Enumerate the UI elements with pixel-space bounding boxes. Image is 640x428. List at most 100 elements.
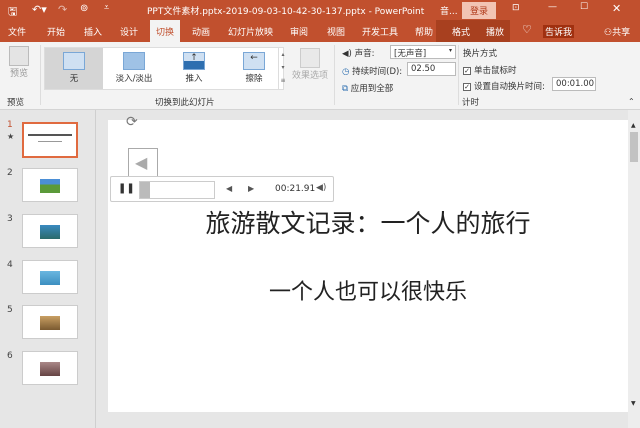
apply-all-button[interactable]: ⧉ 应用到全部 <box>342 82 393 94</box>
tab-design[interactable]: 设计 <box>120 25 138 38</box>
minimize-button[interactable]: — <box>548 2 557 12</box>
speaker-icon: ◀ <box>135 153 148 172</box>
tell-me-search[interactable]: 告诉我 <box>543 25 575 38</box>
clock-icon: ◷ <box>342 67 350 77</box>
preview-button[interactable]: 预览 <box>4 46 34 79</box>
collapse-ribbon-icon[interactable]: ⌃ <box>628 97 635 106</box>
seek-handle[interactable] <box>140 182 150 198</box>
animation-star-icon: ★ <box>7 132 15 141</box>
scroll-down-icon[interactable]: ▼ <box>631 400 636 407</box>
ribbon-display-icon[interactable]: ⊡ <box>512 3 520 13</box>
scroll-up-icon[interactable]: ▲ <box>631 122 636 129</box>
maximize-button[interactable]: ☐ <box>580 2 588 12</box>
tab-format[interactable]: 格式 <box>452 25 470 38</box>
customize-qat-icon[interactable]: ⩡ <box>104 3 109 13</box>
tab-developer[interactable]: 开发工具 <box>362 25 398 38</box>
pause-button[interactable]: ❚❚ <box>118 183 135 194</box>
effect-options-icon <box>300 48 320 68</box>
thumbnail-3[interactable] <box>22 214 78 248</box>
label: 推入 <box>185 74 203 84</box>
after-time-input[interactable]: 00:01.00 <box>552 77 596 91</box>
tab-help[interactable]: 帮助 <box>415 25 433 38</box>
tab-insert[interactable]: 插入 <box>84 25 102 38</box>
slideshow-icon[interactable]: ⊚ <box>80 3 88 14</box>
share-label: 共享 <box>612 28 631 38</box>
duration-value: 02.50 <box>411 64 436 74</box>
transition-push[interactable]: ↑ 推入 <box>165 48 223 89</box>
slide-number: 4 <box>7 260 13 270</box>
tab-animations[interactable]: 动画 <box>192 25 210 38</box>
label: 擦除 <box>245 74 263 84</box>
slide-canvas[interactable]: ⟳ ◀ ❚❚ ◀ ▶ 00:21.91 ◀) 旅游散文记录：一个人的旅行 一个人… <box>108 114 628 412</box>
tab-file[interactable]: 文件 <box>8 25 26 38</box>
redo-icon[interactable]: ↷ <box>58 3 67 16</box>
sound-text: 声音: <box>354 49 375 59</box>
slide-number: 2 <box>7 168 13 178</box>
skip-back-button[interactable]: ◀ <box>226 184 232 193</box>
effect-options-label: 效果选项 <box>292 71 329 81</box>
thumbnail-1[interactable] <box>22 122 78 158</box>
sound-select[interactable]: [无声音] ▾ <box>390 45 456 59</box>
skip-forward-button[interactable]: ▶ <box>248 184 254 193</box>
duration-text: 持续时间(D): <box>352 67 403 77</box>
tab-review[interactable]: 审阅 <box>290 25 308 38</box>
audio-object[interactable]: ◀ <box>128 148 158 178</box>
login-button[interactable]: 登录 <box>462 2 497 19</box>
volume-icon[interactable]: ◀) <box>316 183 326 193</box>
push-icon: ↑ <box>183 52 205 70</box>
thumbnail-2[interactable] <box>22 168 78 202</box>
slide-title[interactable]: 旅游散文记录：一个人的旅行 <box>108 204 628 240</box>
tab-home[interactable]: 开始 <box>47 25 65 38</box>
slide-number: 5 <box>7 305 13 315</box>
fade-icon <box>123 52 145 70</box>
context-tab-label: 音... <box>440 7 458 17</box>
tab-slideshow[interactable]: 幻灯片放映 <box>228 25 273 38</box>
person-icon: ⚇ <box>604 28 613 38</box>
duration-input[interactable]: 02.50 <box>407 62 456 76</box>
time-display: 00:21.91 <box>275 184 316 194</box>
ribbon-tabs: 文件 开始 插入 设计 切换 动画 幻灯片放映 审阅 视图 开发工具 帮助 格式… <box>0 20 640 42</box>
checkbox-icon: ✓ <box>463 67 471 75</box>
tab-transitions[interactable]: 切换 <box>150 20 181 42</box>
slide-number: 6 <box>7 351 13 361</box>
slide-number: 1 <box>7 120 13 130</box>
gallery-scroll[interactable]: ▴ ▾ ≡ <box>278 48 287 90</box>
seek-bar[interactable] <box>139 181 215 199</box>
thumbnail-6[interactable] <box>22 351 78 385</box>
thumbnail-4[interactable] <box>22 260 78 294</box>
transition-group-label: 切换到此幻灯片 <box>155 98 215 108</box>
transition-wipe[interactable]: ← 擦除 <box>225 48 283 89</box>
tab-view[interactable]: 视图 <box>327 25 345 38</box>
advance-label: 换片方式 <box>463 49 498 59</box>
none-icon <box>63 52 85 70</box>
on-click-checkbox[interactable]: ✓ 单击鼠标时 <box>463 64 517 76</box>
audio-player: ❚❚ ◀ ▶ 00:21.91 ◀) <box>110 176 334 202</box>
preview-label: 预览 <box>9 69 28 79</box>
scroll-thumb[interactable] <box>630 132 638 162</box>
preview-group-label: 预览 <box>7 98 25 108</box>
slide-subtitle[interactable]: 一个人也可以很快乐 <box>108 274 628 306</box>
checkbox-icon: ✓ <box>463 83 471 91</box>
thumbnail-5[interactable] <box>22 305 78 339</box>
duration-label: ◷ 持续时间(D): <box>342 65 402 77</box>
vertical-scrollbar[interactable]: ▲ ▼ <box>628 110 640 428</box>
label: 无 <box>69 74 79 84</box>
transition-none[interactable]: 无 <box>45 48 103 89</box>
speaker-icon: ◀) <box>342 49 352 59</box>
effect-options-button[interactable]: 效果选项 <box>292 48 328 81</box>
close-button[interactable]: ✕ <box>612 2 621 15</box>
ribbon: 预览 预览 无 淡入/淡出 ↑ 推入 ← 擦除 ▴ ▾ ≡ 效果选项 切换到此幻灯片 ◀… <box>0 42 640 110</box>
label: 淡入/淡出 <box>115 74 153 84</box>
chevron-down-icon: ▾ <box>448 47 452 54</box>
slide-number: 3 <box>7 214 13 224</box>
tab-playback[interactable]: 播放 <box>486 25 504 38</box>
transition-fade[interactable]: 淡入/淡出 <box>105 48 163 89</box>
lightbulb-icon: ♡ <box>522 23 532 36</box>
rotate-handle-icon[interactable]: ⟳ <box>126 114 138 130</box>
window-title: PPT文件素材.pptx-2019-09-03-10-42-30-137.ppt… <box>147 7 425 17</box>
share-button[interactable]: ⚇共享 <box>604 25 630 38</box>
undo-icon[interactable]: ↶▾ <box>32 3 47 16</box>
on-click-label: 单击鼠标时 <box>474 66 517 76</box>
thumbnail-pane: 1 ★ 2 3 4 5 6 <box>0 110 96 428</box>
after-time-checkbox[interactable]: ✓ 设置自动换片时间: <box>463 80 545 92</box>
